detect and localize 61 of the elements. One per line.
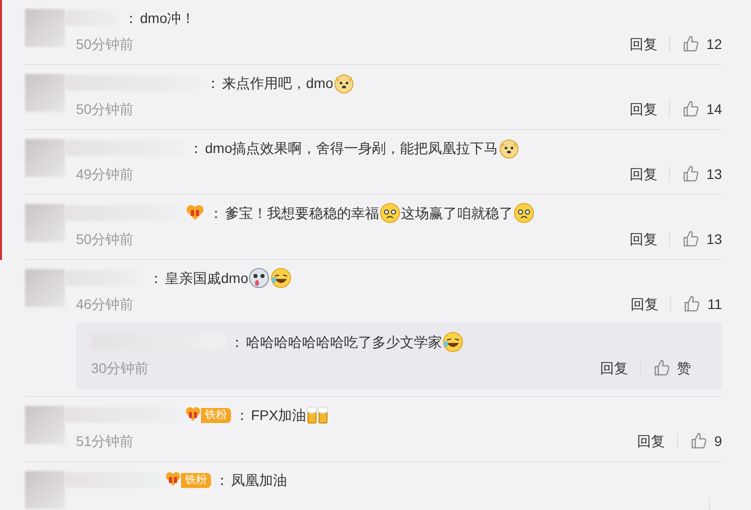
thumbs-up-icon xyxy=(690,432,708,450)
like-button[interactable]: 11 xyxy=(683,294,722,314)
comment-text: 这场赢了咱就稳了 xyxy=(401,204,513,222)
comment-text: 皇亲国戚dmo xyxy=(165,268,248,288)
colon-separator: ： xyxy=(215,470,229,490)
thumbs-up-icon xyxy=(682,100,700,118)
timestamp: 30分钟前 xyxy=(91,358,149,378)
blurred-avatar xyxy=(25,269,65,307)
blurred-avatar xyxy=(25,139,65,177)
thumbs-up-icon xyxy=(682,35,700,53)
reply-link[interactable]: 回复 xyxy=(629,164,658,184)
reply-link[interactable]: 回复 xyxy=(629,228,658,250)
reply-link[interactable]: 回复 xyxy=(637,430,666,452)
timestamp: 50分钟前 xyxy=(76,100,134,118)
like-button[interactable]: 赞 xyxy=(653,358,691,378)
colon-separator: ： xyxy=(230,332,244,352)
reply-link[interactable]: 回复 xyxy=(630,294,658,314)
reply-link[interactable]: 回复 xyxy=(629,34,658,54)
like-button[interactable]: 12 xyxy=(682,34,722,54)
blurred-avatar xyxy=(25,406,65,444)
thumbs-up-icon xyxy=(683,295,702,313)
timestamp: 49分钟前 xyxy=(76,164,134,184)
colon-separator: ： xyxy=(235,406,249,424)
sad-face-emoji-icon xyxy=(513,202,535,224)
thumbs-up-icon xyxy=(682,230,700,248)
thumbs-up-icon xyxy=(682,165,700,183)
laughing-crying-emoji-icon xyxy=(442,331,464,353)
timestamp: 51分钟前 xyxy=(76,432,134,450)
timestamp: 46分钟前 xyxy=(76,294,134,314)
comment-text: 来点作用吧，dmo xyxy=(222,74,334,92)
reply-link[interactable]: 回复 xyxy=(629,98,658,120)
colon-separator: ： xyxy=(206,74,220,92)
like-button[interactable]: 13 xyxy=(682,228,722,250)
timestamp: 50分钟前 xyxy=(76,34,134,54)
husky-face-emoji-icon xyxy=(248,267,270,289)
like-button[interactable]: 14 xyxy=(682,98,722,120)
like-button[interactable]: 9 xyxy=(690,430,722,452)
thumbs-up-icon xyxy=(653,359,671,377)
like-button[interactable]: 13 xyxy=(682,164,722,184)
colon-separator: ： xyxy=(124,8,138,28)
dog-face-emoji-icon xyxy=(498,137,520,159)
beer-mugs-emoji-icon xyxy=(306,404,330,426)
laughing-crying-emoji-icon xyxy=(270,267,292,289)
timestamp: 50分钟前 xyxy=(76,230,134,248)
blurred-avatar xyxy=(25,74,65,112)
comment-text: 爹宝！我想要稳稳的幸福 xyxy=(225,204,379,222)
dog-face-emoji-icon xyxy=(333,72,356,94)
comment-text: 哈哈哈哈哈哈哈吃了多少文学家 xyxy=(246,332,442,352)
comment-text: dmo搞点效果啊，舍得一身剐，能把凤凰拉下马 xyxy=(205,138,498,158)
colon-separator: ： xyxy=(149,268,163,288)
fan-badge-icon xyxy=(185,204,205,222)
colon-separator: ： xyxy=(189,138,203,158)
comment-text: FPX加油 xyxy=(251,406,306,424)
blurred-avatar xyxy=(25,9,65,47)
colon-separator: ： xyxy=(209,204,223,222)
reply-link[interactable]: 回复 xyxy=(600,358,628,378)
sad-face-emoji-icon xyxy=(379,202,401,224)
comment-text: dmo冲！ xyxy=(140,8,196,28)
comment-text: 凤凰加油 xyxy=(231,470,287,490)
blurred-avatar xyxy=(25,471,65,509)
blurred-avatar xyxy=(25,204,65,242)
